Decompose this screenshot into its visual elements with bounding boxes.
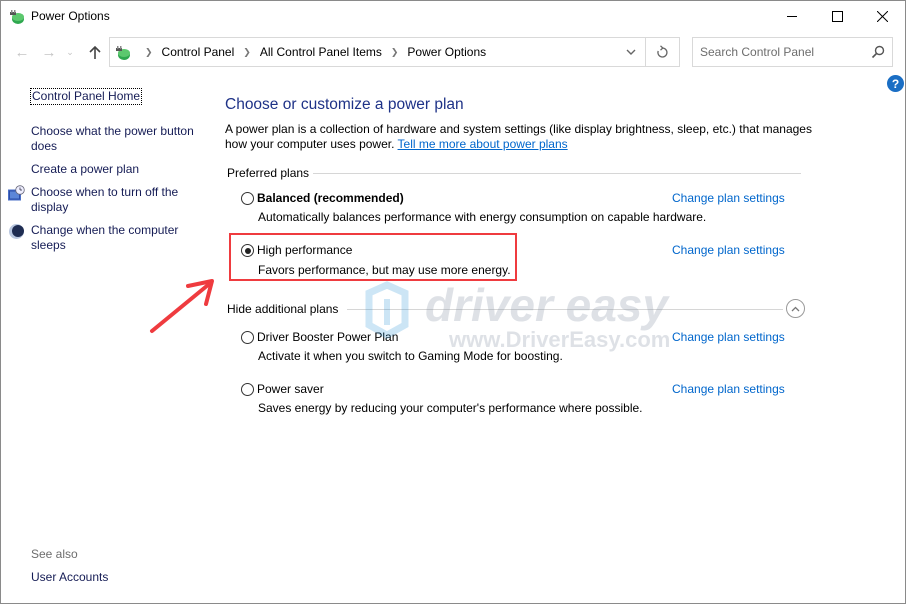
maximize-icon <box>831 10 843 22</box>
moon-sleep-icon <box>9 224 24 239</box>
annotation-arrow-icon <box>150 279 214 333</box>
divider <box>347 309 783 310</box>
watermark: driver easy www.DriverEasy.com <box>365 281 670 352</box>
divider <box>313 173 801 174</box>
chevron-down-icon <box>626 49 636 55</box>
chevron-right-icon[interactable]: ❯ <box>391 47 399 58</box>
search-box[interactable] <box>692 37 893 67</box>
preferred-plans-header: Preferred plans <box>227 166 310 180</box>
change-plan-settings-power-saver[interactable]: Change plan settings <box>672 382 785 396</box>
collapse-additional-plans-button[interactable] <box>786 299 805 318</box>
arrow-right-icon: → <box>41 43 57 61</box>
minimize-icon <box>787 16 797 17</box>
plan-radio-balanced[interactable] <box>241 192 254 205</box>
plan-radio-power-saver[interactable] <box>241 383 254 396</box>
close-button[interactable] <box>859 1 905 31</box>
refresh-icon <box>657 45 668 58</box>
breadcrumb-power-options[interactable]: Power Options <box>407 45 486 59</box>
refresh-button[interactable] <box>646 37 680 67</box>
back-button[interactable]: ← <box>12 42 32 62</box>
power-options-icon <box>116 46 130 60</box>
recent-locations-button[interactable]: ⌄ <box>64 42 76 62</box>
forward-button[interactable]: → <box>39 42 59 62</box>
address-dropdown-button[interactable] <box>622 43 640 61</box>
plan-description: Activate it when you switch to Gaming Mo… <box>258 349 563 363</box>
hide-additional-plans-header[interactable]: Hide additional plans <box>227 302 338 316</box>
breadcrumb-control-panel[interactable]: Control Panel <box>162 45 235 59</box>
window-title: Power Options <box>31 9 110 23</box>
chevron-up-icon <box>791 306 800 311</box>
learn-more-link[interactable]: Tell me more about power plans <box>398 137 568 151</box>
computer-sleeps-link[interactable]: Change when the computer sleeps <box>31 223 203 253</box>
search-icon[interactable] <box>871 45 885 59</box>
breadcrumb-all-items[interactable]: All Control Panel Items <box>260 45 382 59</box>
watermark-brand: driver easy <box>425 281 670 331</box>
highlight-box <box>229 233 517 281</box>
chevron-down-icon: ⌄ <box>66 46 74 57</box>
plan-name[interactable]: Driver Booster Power Plan <box>257 330 398 344</box>
control-panel-home-link[interactable]: Control Panel Home <box>30 88 143 105</box>
maximize-button[interactable] <box>814 1 860 31</box>
intro-text: A power plan is a collection of hardware… <box>225 122 815 152</box>
power-options-window: Power Options ← → ⌄ ❯ Control Panel ❯ Al… <box>0 0 906 604</box>
create-power-plan-link[interactable]: Create a power plan <box>31 162 203 177</box>
see-also-label: See also <box>31 547 78 561</box>
minimize-button[interactable] <box>769 1 815 31</box>
breadcrumb: ❯ Control Panel ❯ All Control Panel Item… <box>136 45 486 59</box>
address-bar[interactable]: ❯ Control Panel ❯ All Control Panel Item… <box>109 37 646 67</box>
page-title: Choose or customize a power plan <box>225 96 464 113</box>
plan-description: Saves energy by reducing your computer's… <box>258 401 643 415</box>
plan-name[interactable]: Balanced (recommended) <box>257 191 404 205</box>
help-button[interactable]: ? <box>887 75 904 92</box>
power-options-icon <box>10 10 24 24</box>
display-clock-icon <box>8 185 25 201</box>
arrow-up-icon <box>89 45 101 59</box>
close-icon <box>876 10 888 22</box>
plan-description: Automatically balances performance with … <box>258 210 707 224</box>
arrow-left-icon: ← <box>14 43 30 61</box>
plan-name[interactable]: Power saver <box>257 382 324 396</box>
change-plan-settings-high-performance[interactable]: Change plan settings <box>672 243 785 257</box>
plan-radio-driver-booster[interactable] <box>241 331 254 344</box>
change-plan-settings-balanced[interactable]: Change plan settings <box>672 191 785 205</box>
chevron-right-icon: ❯ <box>145 46 153 57</box>
change-plan-settings-driver-booster[interactable]: Change plan settings <box>672 330 785 344</box>
up-button[interactable] <box>85 42 105 62</box>
turn-off-display-link[interactable]: Choose when to turn off the display <box>31 185 203 215</box>
title-bar: Power Options <box>1 1 905 33</box>
power-button-link[interactable]: Choose what the power button does <box>31 124 203 154</box>
watermark-logo-icon <box>365 281 409 340</box>
question-mark-icon: ? <box>891 76 900 91</box>
user-accounts-link[interactable]: User Accounts <box>31 570 108 584</box>
search-input[interactable] <box>700 44 860 60</box>
chevron-right-icon[interactable]: ❯ <box>243 47 251 58</box>
